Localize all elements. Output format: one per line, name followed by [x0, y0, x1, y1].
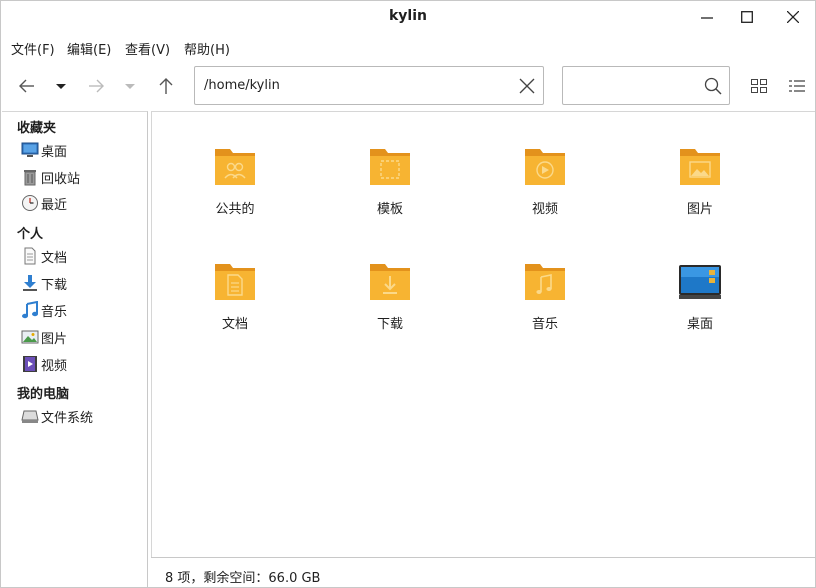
- list-view-icon: [789, 80, 805, 92]
- file-item-documents[interactable]: 文档: [180, 261, 290, 341]
- clear-icon[interactable]: [519, 78, 535, 94]
- folder-public-icon: [215, 149, 255, 185]
- file-label: 桌面: [686, 317, 713, 332]
- sidebar-item-label: 文件系统: [41, 411, 94, 426]
- forward-history-dropdown[interactable]: [120, 74, 144, 98]
- dropdown-arrow-icon: [125, 84, 135, 89]
- sidebar-item-recent[interactable]: 最近: [21, 192, 145, 214]
- folder-download-icon: [370, 264, 410, 300]
- path-input[interactable]: /home/kylin: [194, 66, 544, 105]
- close-icon: [787, 11, 799, 23]
- sidebar-item-music[interactable]: 音乐: [21, 299, 145, 321]
- file-item-public[interactable]: 公共的: [180, 146, 290, 226]
- download-icon: [23, 275, 37, 291]
- menu-help[interactable]: 帮助(H): [184, 39, 230, 58]
- sidebar-item-label: 最近: [41, 198, 68, 213]
- sidebar-item-downloads[interactable]: 下载: [21, 272, 145, 294]
- file-item-downloads[interactable]: 下载: [335, 261, 445, 341]
- file-label: 文档: [221, 317, 248, 332]
- list-view-button[interactable]: [789, 79, 805, 93]
- close-button[interactable]: [776, 3, 810, 31]
- search-input[interactable]: [562, 66, 730, 105]
- status-text: 8 项，剩余空间：66.0 GB: [165, 571, 321, 586]
- sidebar-item-label: 文档: [41, 251, 68, 266]
- music-icon: [22, 301, 38, 319]
- folder-music-icon: [525, 264, 565, 300]
- sidebar-item-label: 回收站: [41, 172, 81, 187]
- maximize-button[interactable]: [730, 3, 764, 31]
- desktop-icon: [21, 142, 39, 157]
- arrow-right-icon: [89, 79, 104, 93]
- file-label: 图片: [686, 202, 713, 217]
- document-icon: [24, 247, 36, 265]
- back-history-dropdown[interactable]: [51, 74, 75, 98]
- sidebar: 收藏夹 桌面 回收站 最近 个人 文档 下载 音乐 图片 视频 我的电脑 文件系…: [2, 111, 148, 587]
- minimize-button[interactable]: [690, 3, 724, 31]
- file-item-music[interactable]: 音乐: [490, 261, 600, 341]
- file-label: 下载: [376, 317, 403, 332]
- grid-view-icon: [751, 79, 767, 93]
- maximize-icon: [741, 11, 753, 23]
- arrow-up-icon: [159, 78, 173, 94]
- menu-bar: 文件(F) 编辑(E) 查看(V) 帮助(H): [1, 34, 815, 60]
- arrow-left-icon: [19, 79, 34, 93]
- back-button[interactable]: [16, 74, 40, 98]
- file-item-desktop[interactable]: 桌面: [645, 261, 755, 341]
- menu-file[interactable]: 文件(F): [11, 39, 55, 58]
- clock-icon: [22, 195, 38, 211]
- file-item-pictures[interactable]: 图片: [645, 146, 755, 226]
- desktop-folder-icon: [679, 265, 721, 299]
- sidebar-item-desktop[interactable]: 桌面: [21, 139, 145, 161]
- picture-icon: [21, 330, 39, 344]
- sidebar-item-documents[interactable]: 文档: [21, 245, 145, 267]
- sidebar-item-label: 下载: [41, 278, 68, 293]
- sidebar-item-label: 图片: [41, 332, 68, 347]
- file-item-templates[interactable]: 模板: [335, 146, 445, 226]
- sidebar-header-personal: 个人: [17, 227, 44, 242]
- video-icon: [23, 356, 37, 372]
- sidebar-item-filesystem[interactable]: 文件系统: [21, 405, 145, 427]
- dropdown-arrow-icon: [56, 84, 66, 89]
- folder-pictures-icon: [680, 149, 720, 185]
- menu-edit[interactable]: 编辑(E): [67, 39, 111, 58]
- title-bar[interactable]: kylin: [1, 1, 815, 33]
- path-text: /home/kylin: [204, 78, 280, 93]
- file-label: 视频: [531, 202, 558, 217]
- icon-view-button[interactable]: [751, 79, 767, 93]
- status-bar: 8 项，剩余空间：66.0 GB: [151, 557, 815, 587]
- sidebar-header-favorites: 收藏夹: [17, 121, 57, 136]
- file-label: 音乐: [531, 317, 558, 332]
- sidebar-item-label: 音乐: [41, 305, 68, 320]
- sidebar-item-pictures[interactable]: 图片: [21, 326, 145, 348]
- sidebar-item-label: 视频: [41, 359, 68, 374]
- folder-videos-icon: [525, 149, 565, 185]
- sidebar-item-videos[interactable]: 视频: [21, 353, 145, 375]
- up-button[interactable]: [154, 74, 178, 98]
- menu-view[interactable]: 查看(V): [125, 39, 170, 58]
- file-label: 模板: [376, 202, 403, 217]
- sidebar-item-trash[interactable]: 回收站: [21, 166, 145, 188]
- trash-icon: [24, 170, 36, 186]
- folder-documents-icon: [215, 264, 255, 300]
- search-icon: [704, 77, 722, 95]
- file-manager-window: kylin 文件(F) 编辑(E) 查看(V) 帮助(H) /home/kyli…: [0, 0, 816, 588]
- sidebar-header-computer: 我的电脑: [17, 387, 70, 402]
- forward-button[interactable]: [85, 74, 109, 98]
- toolbar: /home/kylin: [1, 61, 815, 111]
- minimize-icon: [701, 17, 713, 19]
- file-item-videos[interactable]: 视频: [490, 146, 600, 226]
- drive-icon: [21, 410, 39, 423]
- file-label: 公共的: [215, 202, 255, 217]
- sidebar-item-label: 桌面: [41, 145, 68, 160]
- folder-templates-icon: [370, 149, 410, 185]
- file-view[interactable]: 公共的 模板 视频 图片 文档 下载 音乐 桌面: [151, 111, 815, 557]
